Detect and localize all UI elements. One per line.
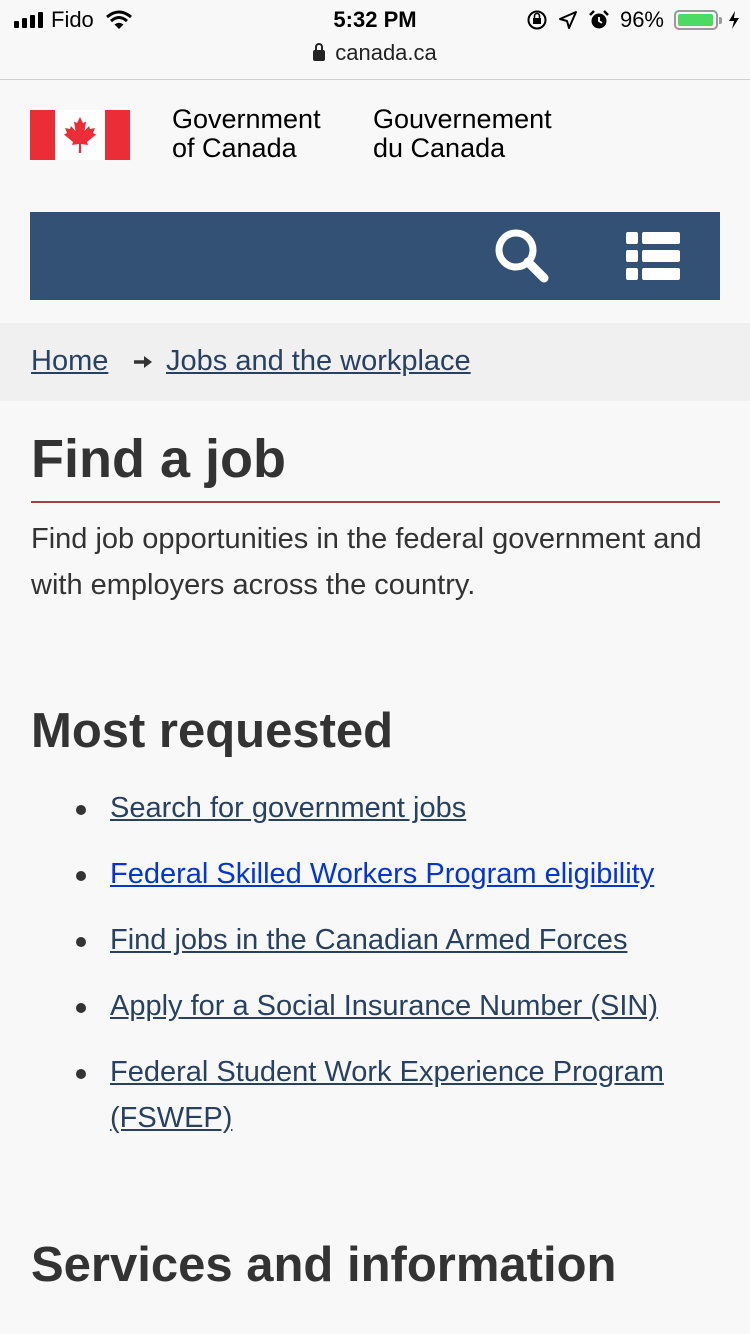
orientation-lock-icon (527, 10, 547, 30)
search-button[interactable] (492, 226, 552, 286)
breadcrumb-home-link[interactable]: Home (31, 345, 108, 378)
search-icon (495, 229, 549, 283)
page-title: Find a job (31, 429, 286, 489)
browser-address-bar[interactable]: canada.ca (0, 40, 750, 78)
canada-flag-icon[interactable] (30, 110, 130, 160)
status-bar: Fido 5:32 PM 96% (0, 0, 750, 40)
list-item: Find jobs in the Canadian Armed Forces (0, 917, 750, 963)
breadcrumb: Home Jobs and the workplace (0, 323, 750, 401)
list-item: Search for government jobs (0, 785, 750, 831)
charging-bolt-icon (729, 11, 739, 29)
battery-percent: 96% (619, 7, 664, 32)
location-arrow-icon (558, 11, 577, 29)
alarm-icon (589, 10, 609, 29)
wordmark-en-line1: Government (172, 104, 321, 134)
status-right: 96% (526, 7, 740, 33)
fswep-link[interactable]: Federal Student Work Experience Program … (110, 1056, 664, 1134)
menu-button[interactable] (620, 226, 686, 286)
services-heading: Services and information (31, 1238, 617, 1292)
most-requested-list: Search for government jobs Federal Skill… (0, 785, 750, 1161)
wordmark-en-line2: of Canada (172, 133, 297, 163)
battery-icon (674, 10, 722, 30)
wordmark-french[interactable]: Gouvernement du Canada (373, 105, 552, 163)
armed-forces-jobs-link[interactable]: Find jobs in the Canadian Armed Forces (110, 924, 627, 956)
wordmark-english[interactable]: Government of Canada (172, 105, 321, 163)
wordmark-fr-line2: du Canada (373, 133, 506, 163)
menu-bar (30, 212, 720, 300)
wordmark-fr-line1: Gouvernement (373, 104, 552, 134)
list-item: Federal Skilled Workers Program eligibil… (0, 851, 750, 897)
url-text: canada.ca (335, 40, 437, 65)
breadcrumb-jobs-link[interactable]: Jobs and the workplace (166, 345, 471, 378)
social-insurance-number-link[interactable]: Apply for a Social Insurance Number (SIN… (110, 990, 658, 1022)
list-item: Apply for a Social Insurance Number (SIN… (0, 983, 750, 1029)
list-menu-icon (626, 232, 680, 280)
federal-skilled-workers-link[interactable]: Federal Skilled Workers Program eligibil… (110, 858, 654, 890)
list-item: Federal Student Work Experience Program … (0, 1049, 750, 1141)
search-government-jobs-link[interactable]: Search for government jobs (110, 792, 466, 824)
site-header: Government of Canada Gouvernement du Can… (0, 80, 750, 323)
title-underline (31, 501, 720, 503)
intro-text: Find job opportunities in the federal go… (31, 523, 702, 601)
most-requested-heading: Most requested (31, 704, 394, 758)
arrow-right-icon (134, 356, 152, 368)
lock-icon (313, 43, 326, 61)
